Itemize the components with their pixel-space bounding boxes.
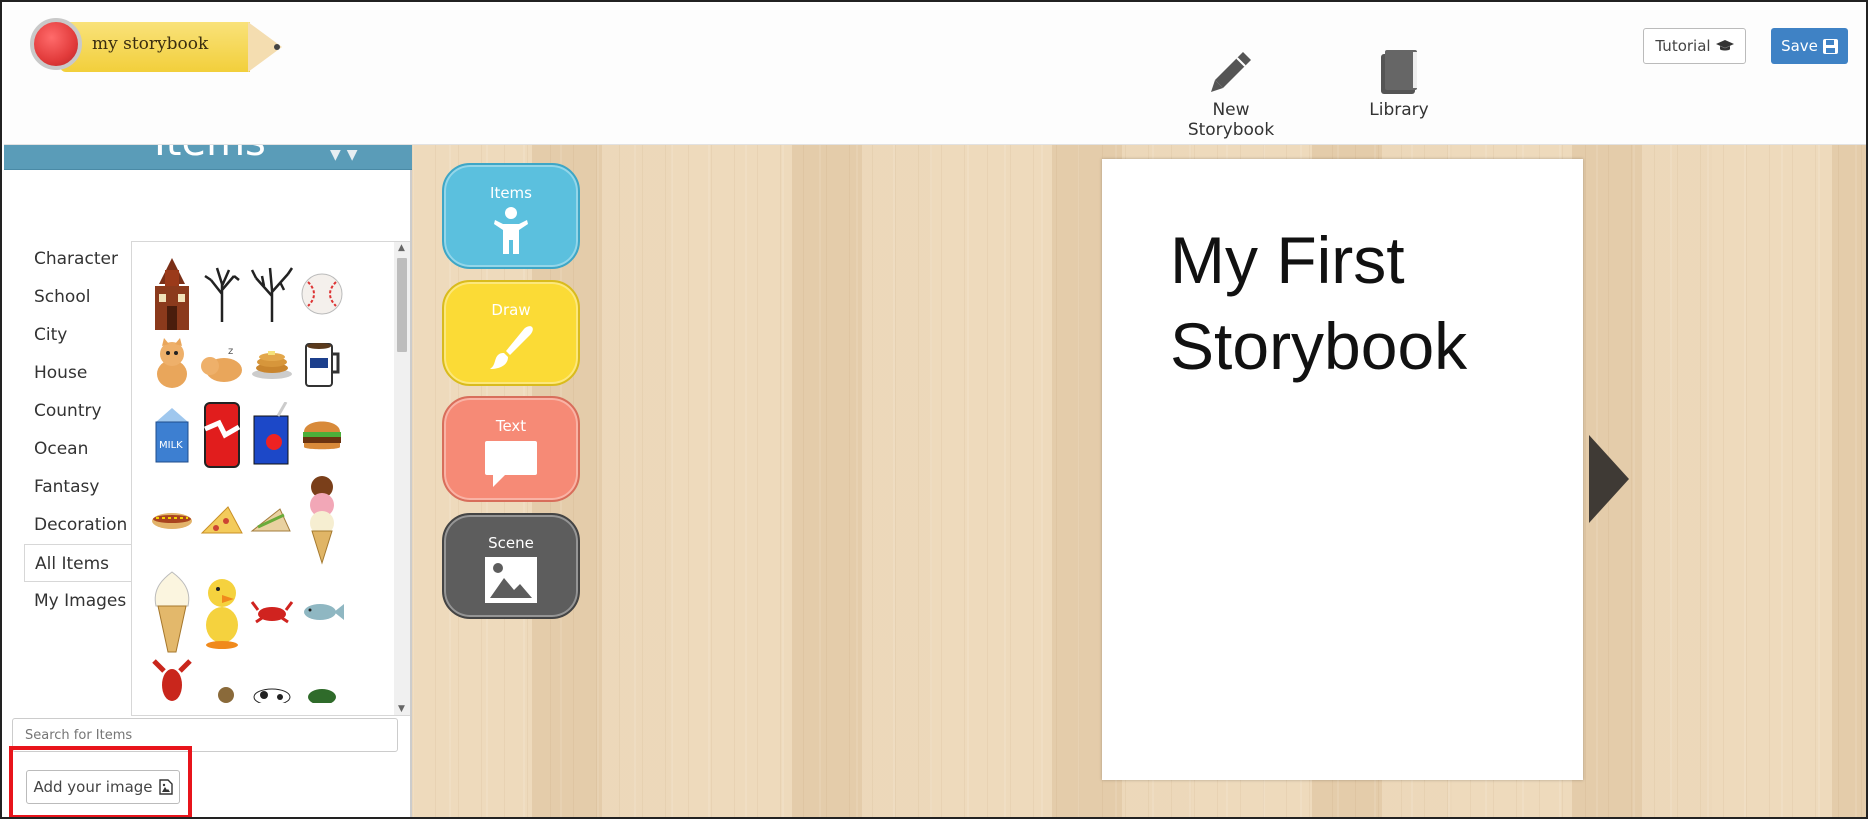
page-title[interactable]: My First Storybook bbox=[1170, 217, 1570, 389]
save-label: Save bbox=[1781, 37, 1818, 55]
paintbrush-icon bbox=[490, 326, 533, 369]
text-tool-button[interactable]: Text bbox=[442, 396, 580, 502]
category-character[interactable]: Character bbox=[24, 240, 132, 278]
graduation-cap-icon bbox=[1715, 40, 1734, 51]
category-fantasy[interactable]: Fantasy bbox=[24, 468, 132, 506]
floppy-disk-icon bbox=[1822, 38, 1838, 54]
storybook-page[interactable]: My First Storybook bbox=[1102, 159, 1583, 780]
search-items-input[interactable] bbox=[12, 718, 398, 752]
item-cat[interactable] bbox=[150, 332, 194, 396]
item-turtle[interactable] bbox=[300, 656, 344, 706]
item-pancakes[interactable] bbox=[250, 332, 294, 396]
item-pizza-slice[interactable] bbox=[200, 472, 244, 568]
item-milk-carton[interactable]: MILK bbox=[150, 396, 194, 472]
category-school[interactable]: School bbox=[24, 278, 132, 316]
items-tool-button[interactable]: Items bbox=[442, 163, 580, 269]
item-bare-tree-2[interactable] bbox=[250, 256, 294, 332]
svg-text:z: z bbox=[228, 346, 233, 357]
header: my storybook New Storybook Library Tutor… bbox=[4, 4, 1866, 145]
item-snail[interactable] bbox=[200, 656, 244, 706]
image-file-icon bbox=[158, 779, 173, 795]
category-ocean[interactable]: Ocean bbox=[24, 430, 132, 468]
tutorial-button[interactable]: Tutorial bbox=[1643, 28, 1746, 64]
svg-text:MILK: MILK bbox=[159, 440, 183, 451]
item-juice-box[interactable] bbox=[250, 396, 294, 472]
scrollbar-thumb[interactable] bbox=[397, 258, 407, 352]
logo-text: my storybook bbox=[92, 34, 209, 54]
category-list: Character School City House Country Ocea… bbox=[24, 240, 132, 620]
category-my-images[interactable]: My Images bbox=[24, 582, 132, 620]
tutorial-label: Tutorial bbox=[1655, 37, 1711, 55]
category-all-items[interactable]: All Items bbox=[24, 544, 132, 582]
scroll-down-icon[interactable]: ▼ bbox=[398, 704, 405, 714]
new-storybook-button[interactable]: New Storybook bbox=[1168, 48, 1294, 140]
scene-tool-label: Scene bbox=[488, 534, 534, 552]
new-storybook-label: New Storybook bbox=[1187, 100, 1275, 140]
item-sandwich[interactable] bbox=[250, 472, 294, 568]
items-scrollbar[interactable]: ▲ ▼ bbox=[394, 242, 410, 715]
item-cow[interactable] bbox=[250, 656, 294, 706]
item-lobster[interactable] bbox=[150, 656, 194, 706]
library-button[interactable]: Library bbox=[1354, 48, 1444, 120]
sidebar-title: Items bbox=[154, 145, 266, 165]
draw-tool-button[interactable]: Draw bbox=[442, 280, 580, 386]
save-button[interactable]: Save bbox=[1771, 28, 1848, 64]
logo-eraser bbox=[30, 18, 82, 70]
items-tool-label: Items bbox=[490, 184, 532, 202]
add-image-label: Add your image bbox=[33, 778, 153, 796]
picture-icon bbox=[485, 557, 537, 603]
item-fish[interactable] bbox=[300, 568, 344, 656]
item-sleeping-cat[interactable]: z bbox=[200, 332, 244, 396]
item-schoolhouse[interactable] bbox=[150, 256, 194, 332]
app-frame: my storybook New Storybook Library Tutor… bbox=[0, 0, 1868, 819]
items-grid: z MILK bbox=[150, 256, 344, 706]
item-soda-can[interactable] bbox=[200, 396, 244, 472]
item-bare-tree[interactable] bbox=[200, 256, 244, 332]
scene-tool-button[interactable]: Scene bbox=[442, 513, 580, 619]
add-your-image-button[interactable]: Add your image bbox=[26, 770, 180, 804]
item-crab[interactable] bbox=[250, 568, 294, 656]
item-coffee-mug[interactable] bbox=[300, 332, 344, 396]
category-house[interactable]: House bbox=[24, 354, 132, 392]
person-icon bbox=[494, 207, 528, 254]
item-duck[interactable] bbox=[200, 568, 244, 656]
speech-bubble-icon bbox=[485, 441, 537, 487]
next-page-arrow-icon[interactable] bbox=[1589, 435, 1629, 523]
category-city[interactable]: City bbox=[24, 316, 132, 354]
sidebar-header: Items ▼▼ bbox=[4, 145, 412, 170]
logo[interactable]: my storybook bbox=[30, 18, 282, 76]
category-country[interactable]: Country bbox=[24, 392, 132, 430]
item-hot-dog[interactable] bbox=[150, 472, 194, 568]
storybook-workspace: Items Draw Text Scene My First Storybook bbox=[412, 145, 1866, 817]
item-ice-cream-cone[interactable] bbox=[150, 568, 194, 656]
chevron-down-icon[interactable]: ▼▼ bbox=[330, 147, 364, 163]
logo-pencil-lead bbox=[274, 44, 280, 50]
category-decoration[interactable]: Decoration bbox=[24, 506, 132, 544]
item-baseball[interactable] bbox=[300, 256, 344, 332]
pencil-icon bbox=[1211, 52, 1251, 92]
text-tool-label: Text bbox=[495, 417, 527, 435]
items-sidebar: Items ▼▼ Character School City House Cou… bbox=[4, 145, 412, 817]
items-gallery: z MILK ▲ ▼ bbox=[131, 241, 410, 716]
draw-tool-label: Draw bbox=[491, 301, 531, 319]
item-ice-cream-triple[interactable] bbox=[300, 472, 344, 568]
book-icon bbox=[1381, 50, 1417, 94]
item-hamburger[interactable] bbox=[300, 396, 344, 472]
library-label: Library bbox=[1369, 100, 1429, 120]
scroll-up-icon[interactable]: ▲ bbox=[398, 243, 405, 253]
